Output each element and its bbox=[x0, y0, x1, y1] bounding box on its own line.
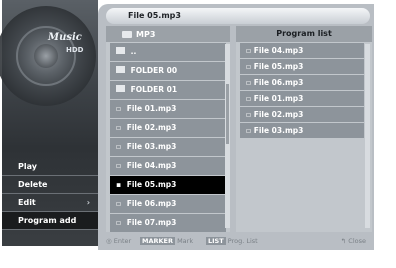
list-item-label: File 04.mp3 bbox=[126, 161, 177, 170]
menu-item-program-add[interactable]: Program add bbox=[2, 212, 98, 230]
folder-name: MP3 bbox=[136, 29, 156, 39]
folder-icon bbox=[116, 66, 125, 73]
list-item-label: File 05.mp3 bbox=[126, 180, 177, 189]
menu-item-play[interactable]: Play bbox=[2, 158, 98, 176]
list-item-label: File 02.mp3 bbox=[126, 123, 177, 132]
program-item-label: File 06.mp3 bbox=[253, 78, 304, 87]
file-icon: ▫ bbox=[116, 104, 122, 113]
list-item[interactable]: ▫ File 06.mp3 bbox=[110, 195, 226, 213]
program-list-scrollbar[interactable] bbox=[365, 44, 370, 228]
list-item-parent[interactable]: .. bbox=[110, 43, 226, 61]
program-item-label: File 05.mp3 bbox=[253, 62, 304, 71]
list-item-label: .. bbox=[130, 47, 137, 56]
menu-item-label: Edit bbox=[18, 198, 36, 207]
program-list-item[interactable]: ▫ File 06.mp3 bbox=[240, 75, 364, 90]
file-icon: ▫ bbox=[246, 94, 254, 103]
list-item[interactable]: FOLDER 01 bbox=[110, 81, 226, 99]
list-item[interactable]: ▫ File 02.mp3 bbox=[110, 119, 226, 137]
list-item-label: File 07.mp3 bbox=[126, 218, 177, 227]
file-icon: ▫ bbox=[116, 123, 122, 132]
file-list: MP3 .. FOLDER 00 FOLDER 01 ▫ File 01.mp3… bbox=[106, 26, 230, 232]
file-icon: ▫ bbox=[246, 46, 254, 55]
program-item-label: File 02.mp3 bbox=[253, 110, 304, 119]
scroll-thumb[interactable] bbox=[226, 84, 229, 144]
program-list-item[interactable]: ▫ File 01.mp3 bbox=[240, 91, 364, 106]
file-icon: ▫ bbox=[116, 199, 122, 208]
menu-item-edit[interactable]: Edit › bbox=[2, 194, 98, 212]
close-label: Close bbox=[348, 237, 366, 245]
program-item-label: File 03.mp3 bbox=[253, 126, 304, 135]
list-item[interactable]: ▫ File 03.mp3 bbox=[110, 138, 226, 156]
logo-title: Music bbox=[48, 32, 82, 43]
list-key-badge: LIST bbox=[206, 237, 226, 245]
file-icon: ▫ bbox=[246, 62, 254, 71]
file-icon: ▫ bbox=[116, 218, 122, 227]
program-item-label: File 01.mp3 bbox=[253, 94, 304, 103]
list-item-label: File 01.mp3 bbox=[126, 104, 177, 113]
program-list-item[interactable]: ▫ File 03.mp3 bbox=[240, 123, 364, 138]
list-item[interactable]: ▫ File 01.mp3 bbox=[110, 100, 226, 118]
file-icon: ▫ bbox=[246, 78, 254, 87]
return-icon: ↰ bbox=[340, 237, 347, 245]
enter-label: Enter bbox=[113, 237, 132, 245]
program-item-label: File 04.mp3 bbox=[253, 46, 304, 55]
file-icon: ▫ bbox=[116, 161, 122, 170]
folder-header: MP3 bbox=[106, 26, 230, 42]
speaker-cone bbox=[34, 44, 58, 68]
program-list-header: Program list bbox=[236, 26, 372, 42]
enter-icon: ◎ bbox=[106, 237, 112, 245]
list-item-selected[interactable]: ▪ File 05.mp3 bbox=[110, 176, 226, 194]
folder-icon bbox=[122, 30, 132, 38]
list-item[interactable]: ▫ File 07.mp3 bbox=[110, 214, 226, 232]
close-hint[interactable]: ↰ Close bbox=[341, 237, 366, 245]
list-item-label: File 06.mp3 bbox=[126, 199, 177, 208]
file-icon: ▪ bbox=[116, 180, 122, 189]
program-list-item[interactable]: ▫ File 05.mp3 bbox=[240, 59, 364, 74]
menu-item-label: Program add bbox=[18, 216, 77, 225]
mark-label: Mark bbox=[177, 237, 194, 245]
main-panel: File 05.mp3 MP3 .. FOLDER 00 FOLDER 01 ▫… bbox=[98, 4, 374, 250]
context-menu: Play Delete Edit › Program add bbox=[2, 158, 98, 230]
file-icon: ▫ bbox=[246, 126, 254, 135]
key-hint-bar: ◎ Enter MARKER Mark LIST Prog. List ↰ Cl… bbox=[106, 236, 370, 248]
folder-icon bbox=[116, 85, 125, 92]
program-list-item[interactable]: ▫ File 02.mp3 bbox=[240, 107, 364, 122]
marker-key-badge: MARKER bbox=[140, 237, 175, 245]
file-icon: ▫ bbox=[116, 142, 122, 151]
logo-subtitle: HDD bbox=[66, 46, 84, 54]
chevron-right-icon: › bbox=[86, 198, 90, 207]
list-item-label: File 03.mp3 bbox=[126, 142, 177, 151]
prog-list-hint: LIST Prog. List bbox=[206, 237, 258, 245]
menu-item-label: Delete bbox=[18, 180, 48, 189]
enter-hint: ◎ Enter bbox=[106, 237, 131, 245]
menu-item-delete[interactable]: Delete bbox=[2, 176, 98, 194]
prog-list-label: Prog. List bbox=[227, 237, 258, 245]
current-file-title: File 05.mp3 bbox=[106, 8, 370, 24]
screen: Music HDD Play Delete Edit › Program add… bbox=[0, 0, 396, 268]
folder-up-icon bbox=[116, 47, 125, 54]
list-item[interactable]: ▫ File 04.mp3 bbox=[110, 157, 226, 175]
menu-item-label: Play bbox=[18, 162, 37, 171]
list-item[interactable]: FOLDER 00 bbox=[110, 62, 226, 80]
file-list-scrollbar[interactable] bbox=[225, 44, 230, 228]
mark-hint: MARKER Mark bbox=[140, 237, 193, 245]
list-item-label: FOLDER 00 bbox=[130, 66, 178, 75]
list-item-label: FOLDER 01 bbox=[130, 85, 178, 94]
program-list: Program list ▫ File 04.mp3 ▫ File 05.mp3… bbox=[236, 26, 372, 232]
file-icon: ▫ bbox=[246, 110, 254, 119]
program-list-item[interactable]: ▫ File 04.mp3 bbox=[240, 43, 364, 58]
